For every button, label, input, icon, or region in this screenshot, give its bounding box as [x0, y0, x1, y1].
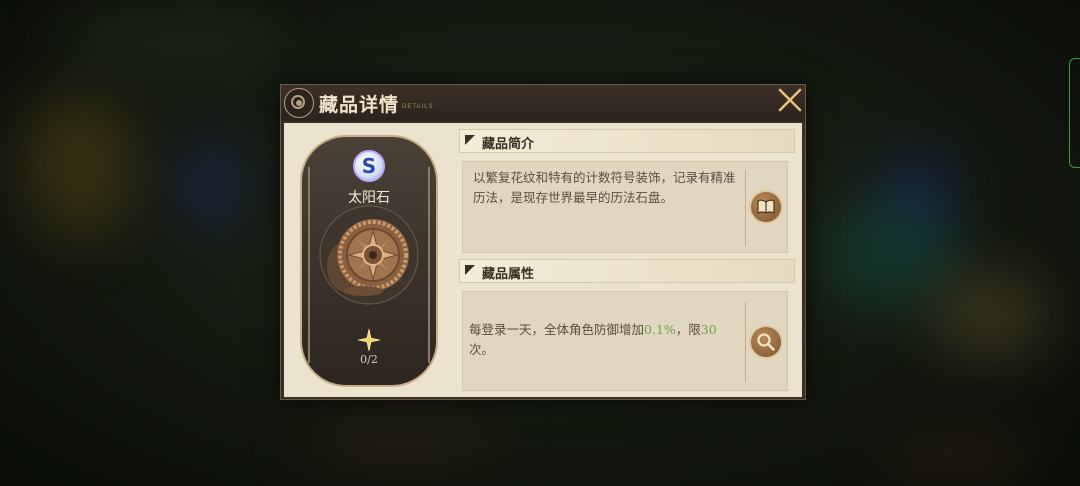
- close-button[interactable]: [775, 85, 805, 115]
- star-progress: 0/2: [360, 353, 378, 366]
- intro-section-header: 藏品简介: [459, 129, 795, 153]
- dialog-header: 藏品详情 DETAILS: [281, 85, 805, 121]
- intro-section-title: 藏品简介: [482, 137, 535, 152]
- corner-marker-icon: [465, 135, 475, 145]
- emblem-icon: [284, 88, 314, 118]
- attribute-text-middle: ，限: [675, 322, 701, 337]
- intro-description: 以繁复花纹和特有的计数符号装饰，记录有精准历法，是现存世界最早的历法石盘。: [473, 170, 736, 205]
- corner-marker-icon: [465, 265, 475, 275]
- side-panel-tab[interactable]: [1069, 58, 1080, 168]
- dialog-title: 藏品详情: [319, 94, 400, 116]
- view-story-button[interactable]: [749, 190, 783, 224]
- attributes-section-box: 每登录一天，全体角色防御增加0.1%，限30 次。: [462, 291, 788, 391]
- intro-divider: [745, 170, 746, 246]
- rarity-badge: S: [353, 150, 385, 182]
- attributes-description: 每登录一天，全体角色防御增加0.1%，限30 次。: [469, 320, 741, 360]
- sun-stone-image: [319, 205, 419, 305]
- close-icon: [778, 88, 802, 112]
- attributes-divider: [745, 302, 746, 382]
- intro-section-box: 以繁复花纹和特有的计数符号装饰，记录有精准历法，是现存世界最早的历法石盘。: [462, 161, 788, 253]
- attribute-limit: 30: [700, 322, 717, 337]
- star-icon: [357, 328, 381, 352]
- attribute-text-before: 每登录一天，全体角色防御增加: [469, 322, 645, 337]
- inspect-button[interactable]: [749, 325, 783, 359]
- attributes-section-title: 藏品属性: [482, 267, 535, 282]
- item-name: 太阳石: [348, 190, 390, 206]
- attribute-value: 0.1%: [644, 322, 676, 337]
- dialog-content: S 太阳石 0/2 藏品简介 以繁复花纹和特有的计数符号装饰，记录有精准历法，是…: [284, 123, 802, 397]
- dialog-subtitle: DETAILS: [402, 104, 434, 110]
- magnifier-icon: [757, 333, 775, 351]
- item-card: S 太阳石 0/2: [300, 135, 438, 387]
- attribute-text-after: 次。: [469, 342, 495, 357]
- book-icon: [757, 199, 775, 214]
- attributes-section-header: 藏品属性: [459, 259, 795, 283]
- item-details-dialog: 藏品详情 DETAILS S 太阳石 0/2 藏品简介 以繁复花纹和特有的计数符…: [280, 84, 806, 400]
